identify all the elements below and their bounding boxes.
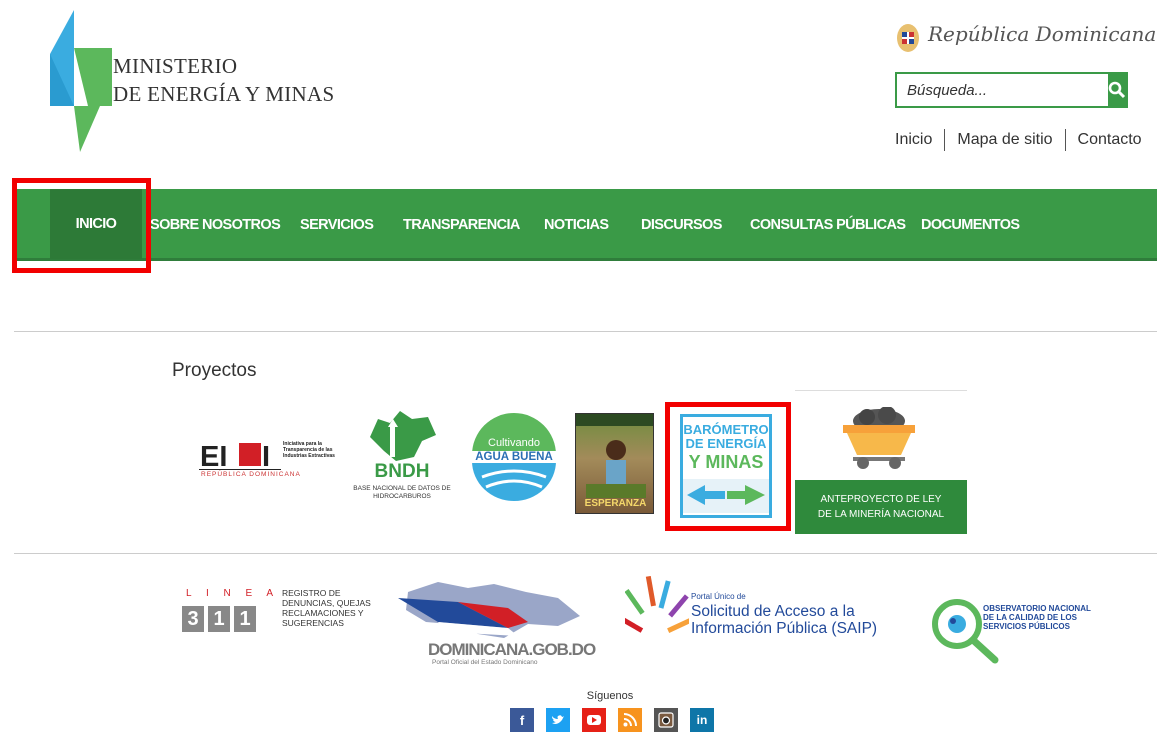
highlight-box [665, 402, 791, 531]
ministry-name[interactable]: MINISTERIO DE ENERGÍA Y MINAS [113, 52, 334, 108]
linea-text-line: REGISTRO DE [282, 588, 341, 598]
saip-line2: Información Pública (SAIP) [691, 620, 878, 637]
saip-logo-icon [625, 576, 689, 633]
search-box [895, 72, 1128, 108]
agua-buena-tile[interactable]: Cultivando AGUA BUENA [472, 413, 556, 501]
agua-buena-line2: AGUA BUENA [472, 451, 556, 463]
twitter-bird-glyph [552, 715, 564, 724]
linea-311-tile[interactable]: L I N E A 3 1 1 REGISTRO DE DENUNCIAS, Q… [182, 588, 382, 638]
saip-tile[interactable]: Portal Único de Solicitud de Acceso a la… [625, 576, 915, 646]
search-button[interactable] [1108, 74, 1126, 106]
divider [1064, 129, 1066, 151]
divider [944, 129, 946, 151]
anteproyecto-banner: ANTEPROYECTO DE LEY DE LA MINERÍA NACION… [795, 480, 967, 534]
link-contacto[interactable]: Contacto [1078, 131, 1142, 149]
national-seal-icon [897, 24, 919, 52]
nav-item-sobre-nosotros[interactable]: SOBRE NOSOTROS [150, 189, 281, 261]
facebook-icon[interactable]: f [510, 708, 534, 732]
observatorio-tile[interactable]: OBSERVATORIO NACIONAL DE LA CALIDAD DE L… [925, 596, 1120, 664]
eiti-description: Iniciativa para la Transparencia de las … [283, 441, 335, 459]
nav-item-transparencia[interactable]: TRANSPARENCIA [403, 189, 520, 261]
agua-buena-line1: Cultivando [488, 437, 540, 449]
follow-us-label: Síguenos [586, 690, 634, 702]
youtube-icon[interactable] [582, 708, 606, 732]
linea-description: REGISTRO DE DENUNCIAS, QUEJAS RECLAMACIO… [282, 588, 371, 628]
dominicana-subtitle: Portal Oficial del Estado Dominicano [432, 659, 538, 666]
linea-digit: 3 [182, 606, 204, 632]
observatorio-text: OBSERVATORIO NACIONAL DE LA CALIDAD DE L… [983, 604, 1091, 631]
search-input[interactable] [897, 74, 1108, 106]
nav-item-consultas-publicas[interactable]: CONSULTAS PÚBLICAS [750, 189, 906, 261]
instagram-icon[interactable] [654, 708, 678, 732]
anteproyecto-line2: DE LA MINERÍA NACIONAL [817, 509, 945, 520]
observatorio-line: DE LA CALIDAD DE LOS [983, 613, 1077, 622]
nav-item-servicios[interactable]: SERVICIOS [300, 189, 374, 261]
divider [14, 331, 1157, 332]
nav-label: NOTICIAS [544, 217, 609, 233]
bndh-tile[interactable]: BNDH BASE NACIONAL DE DATOS DE HIDROCARB… [352, 407, 452, 507]
camera-glyph [658, 712, 674, 728]
projects-title: Proyectos [172, 360, 257, 381]
country-name: República Dominicana [928, 22, 1157, 46]
bndh-name: BNDH [374, 461, 430, 482]
observatorio-line: OBSERVATORIO NACIONAL [983, 604, 1091, 613]
linea-number: 3 1 1 [182, 606, 256, 632]
nav-item-noticias[interactable]: NOTICIAS [544, 189, 609, 261]
observatorio-line: SERVICIOS PÚBLICOS [983, 622, 1070, 631]
svg-text:EI: EI [200, 441, 227, 473]
nav-item-documentos[interactable]: DOCUMENTOS [921, 189, 1020, 261]
anteproyecto-line1: ANTEPROYECTO DE LEY [820, 494, 942, 505]
dominicana-gob-tile[interactable]: DOMINICANA.GOB.DO Portal Oficial del Est… [398, 578, 596, 668]
linea-text-line: DENUNCIAS, QUEJAS [282, 598, 371, 608]
nav-label: TRANSPARENCIA [403, 217, 520, 233]
rss-icon[interactable] [618, 708, 642, 732]
dominicana-map-icon [398, 582, 580, 638]
mine-cart-icon [843, 407, 915, 469]
link-mapa-de-sitio[interactable]: Mapa de sitio [957, 131, 1052, 149]
linea-letters: L I N E A [186, 588, 280, 599]
main-nav: INICIO SOBRE NOSOTROS SERVICIOS TRANSPAR… [12, 189, 1157, 261]
linea-digit: 1 [234, 606, 256, 632]
nav-label: SERVICIOS [300, 217, 374, 233]
linea-text-line: SUGERENCIAS [282, 618, 344, 628]
anteproyecto-image [795, 390, 967, 480]
nav-label: CONSULTAS PÚBLICAS [750, 217, 906, 233]
eiti-tile[interactable]: EI I Iniciativa para la Transparencia de… [197, 435, 339, 485]
nav-label: DISCURSOS [641, 217, 722, 233]
divider [14, 553, 1157, 554]
link-inicio[interactable]: Inicio [895, 131, 932, 149]
nav-item-discursos[interactable]: DISCURSOS [641, 189, 722, 261]
esperanza-tile[interactable]: ESPERANZA [575, 413, 654, 514]
svg-text:I: I [262, 441, 270, 473]
saip-line1: Solicitud de Acceso a la [691, 603, 855, 620]
ministry-name-line1: MINISTERIO [113, 54, 238, 78]
bndh-map-icon [370, 411, 436, 461]
anteproyecto-tile[interactable]: ANTEPROYECTO DE LEY DE LA MINERÍA NACION… [795, 390, 967, 534]
search-icon [1108, 81, 1126, 99]
twitter-icon[interactable] [546, 708, 570, 732]
saip-small: Portal Único de [691, 592, 746, 601]
utility-links: Inicio Mapa de sitio Contacto [895, 129, 1142, 151]
ministry-logo-icon[interactable] [50, 10, 112, 152]
eiti-subtitle: REPÚBLICA DOMINICANA [201, 471, 301, 478]
rss-glyph [623, 713, 637, 727]
ministry-name-line2: DE ENERGÍA Y MINAS [113, 82, 335, 106]
linkedin-icon[interactable]: in [690, 708, 714, 732]
highlight-box [12, 178, 151, 273]
dominicana-name: DOMINICANA.GOB.DO [428, 640, 596, 659]
nav-label: SOBRE NOSOTROS [150, 217, 281, 233]
bndh-subtitle: BASE NACIONAL DE DATOS DE HIDROCARBUROS [353, 485, 451, 500]
esperanza-label: ESPERANZA [584, 498, 647, 509]
play-glyph [587, 715, 601, 725]
linea-text-line: RECLAMACIONES Y [282, 608, 364, 618]
nav-label: DOCUMENTOS [921, 217, 1020, 233]
linea-digit: 1 [208, 606, 230, 632]
